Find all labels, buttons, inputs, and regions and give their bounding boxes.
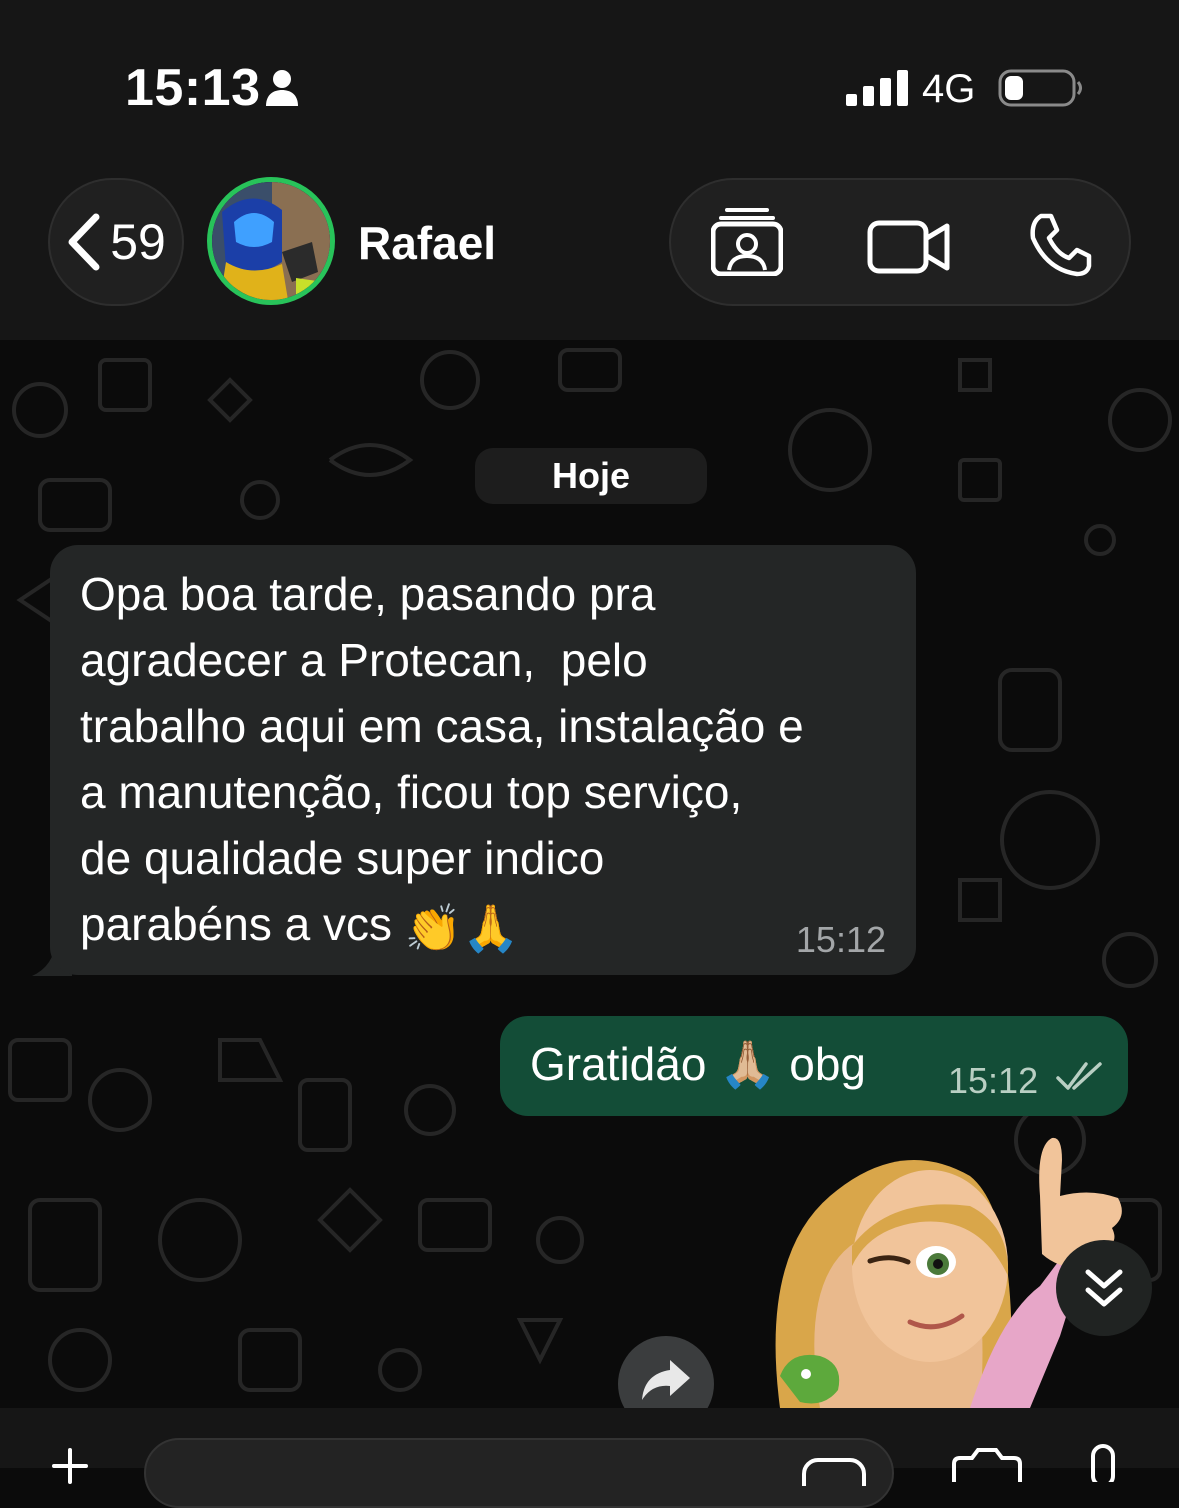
header-actions xyxy=(669,178,1131,306)
message-time: 15:12 xyxy=(948,1060,1039,1101)
avatar-image xyxy=(212,182,330,300)
chat-header: 59 Rafael xyxy=(0,170,1179,340)
contact-name[interactable]: Rafael xyxy=(358,216,496,270)
back-button[interactable]: 59 xyxy=(48,178,184,306)
message-emojis: 👏🙏 xyxy=(404,901,520,954)
person-icon xyxy=(266,70,298,106)
chat-area[interactable]: Hoje Opa boa tarde, pasando pra agradece… xyxy=(0,340,1179,1408)
message-composer xyxy=(0,1408,1179,1508)
incoming-message-bubble[interactable]: Opa boa tarde, pasando pra agradecer a P… xyxy=(50,545,916,975)
signal-bars-icon xyxy=(846,70,908,106)
video-camera-icon[interactable] xyxy=(867,220,951,274)
status-bar: 15:13 4G xyxy=(0,0,1179,170)
message-input[interactable] xyxy=(144,1438,894,1508)
status-time: 15:13 xyxy=(125,59,261,117)
sticker-icon[interactable] xyxy=(800,1446,870,1486)
contact-avatar[interactable] xyxy=(207,177,335,305)
date-chip: Hoje xyxy=(475,448,707,504)
back-chevron-icon xyxy=(68,213,100,271)
phone-icon[interactable] xyxy=(1027,212,1093,278)
network-type: 4G xyxy=(922,67,976,111)
scroll-to-bottom-button[interactable] xyxy=(1056,1240,1152,1336)
plus-icon[interactable] xyxy=(52,1448,88,1484)
message-text: Gratidão 🙏🏼 obg xyxy=(530,1038,867,1090)
camera-icon[interactable] xyxy=(950,1442,1024,1482)
double-chevron-down-icon xyxy=(1085,1269,1123,1307)
unread-count: 59 xyxy=(110,214,166,270)
contact-card-icon[interactable] xyxy=(711,206,783,276)
message-body: Opa boa tarde, pasando pra agradecer a P… xyxy=(80,568,804,950)
battery-icon xyxy=(998,69,1082,107)
message-time: 15:12 xyxy=(795,919,886,960)
microphone-icon[interactable] xyxy=(1085,1442,1121,1482)
outgoing-message-bubble[interactable]: Gratidão 🙏🏼 obg 15:12 xyxy=(500,1016,1128,1116)
read-receipt-icon xyxy=(1056,1062,1102,1090)
message-text: Opa boa tarde, pasando pra agradecer a P… xyxy=(80,561,886,961)
forward-arrow-icon xyxy=(642,1360,690,1400)
